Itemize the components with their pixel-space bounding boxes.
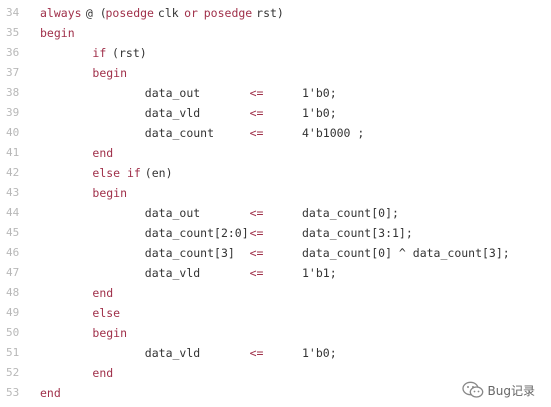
code-line: 47 data_vld <= 1'b1; bbox=[0, 263, 551, 283]
code-keyword: end bbox=[92, 366, 114, 380]
code-keyword: posedge bbox=[105, 6, 154, 20]
code-line: 41 end bbox=[0, 143, 551, 163]
code-line: 35 begin bbox=[0, 23, 551, 43]
code-keyword: begin bbox=[92, 186, 128, 200]
code-token: 1'b0; bbox=[302, 106, 337, 120]
code-token: data_count[3] bbox=[144, 246, 235, 260]
line-number: 37 bbox=[6, 66, 20, 79]
code-keyword: <= bbox=[249, 126, 264, 140]
code-keyword: end bbox=[92, 146, 114, 160]
code-line: 39 data_vld <= 1'b0; bbox=[0, 103, 551, 123]
code-keyword: else if bbox=[92, 166, 141, 180]
code-keyword: always bbox=[40, 6, 82, 20]
code-keyword: <= bbox=[249, 266, 264, 280]
code-line: 40 data_count <= 4'b1000 ; bbox=[0, 123, 551, 143]
code-line: 42 else if (en) bbox=[0, 163, 551, 183]
code-keyword: end bbox=[40, 386, 61, 400]
code-line: 36 if (rst) bbox=[0, 43, 551, 63]
line-number: 38 bbox=[6, 86, 20, 99]
code-line: 38 data_out <= 1'b0; bbox=[0, 83, 551, 103]
code-token: data_vld bbox=[144, 106, 201, 120]
line-number: 40 bbox=[6, 126, 20, 139]
code-token: 1'b0; bbox=[302, 86, 337, 100]
code-token: (rst) bbox=[112, 46, 147, 60]
code-token: data_count bbox=[144, 126, 215, 140]
line-number: 50 bbox=[6, 326, 20, 339]
code-keyword: posedge bbox=[203, 6, 253, 20]
line-number: 46 bbox=[6, 246, 20, 259]
line-number: 53 bbox=[6, 386, 20, 399]
line-number: 34 bbox=[6, 6, 20, 19]
code-keyword: begin bbox=[40, 26, 75, 40]
code-token: clk bbox=[157, 6, 179, 20]
code-keyword: or bbox=[184, 6, 198, 20]
watermark-text: Bug记录 bbox=[487, 383, 535, 398]
code-line: 50 begin bbox=[0, 323, 551, 343]
code-token: (en) bbox=[144, 166, 173, 180]
code-token: 1'b1; bbox=[302, 266, 337, 280]
code-token: data_vld bbox=[144, 266, 201, 280]
code-viewer: 34 always @ (posedge clk or posedge rst) 35 begi… bbox=[0, 0, 551, 407]
code-token: data_count[0] ^ data_count[3]; bbox=[302, 246, 510, 260]
line-number: 48 bbox=[6, 286, 20, 299]
code-line: 48 end bbox=[0, 283, 551, 303]
line-number: 51 bbox=[6, 346, 20, 359]
code-keyword: <= bbox=[249, 346, 264, 360]
line-number: 49 bbox=[6, 306, 20, 319]
code-keyword: <= bbox=[249, 226, 264, 240]
line-number: 41 bbox=[6, 146, 20, 159]
code-line: 44 data_out <= data_count[0]; bbox=[0, 203, 551, 223]
code-keyword: <= bbox=[249, 246, 264, 260]
code-token: 4'b1000 ; bbox=[302, 126, 365, 140]
code-token: data_out bbox=[144, 206, 201, 220]
code-token: data_count[3:1]; bbox=[302, 226, 413, 240]
code-line: 51 data_vld <= 1'b0; bbox=[0, 343, 551, 363]
code-keyword: <= bbox=[249, 206, 264, 220]
watermark: Bug记录 bbox=[461, 381, 535, 399]
code-line: 46 data_count[3] <= data_count[0] ^ data_co… bbox=[0, 243, 551, 263]
code-keyword: if bbox=[92, 46, 107, 60]
code-token: data_count[2:0] bbox=[144, 226, 249, 240]
line-number: 43 bbox=[6, 186, 20, 199]
code-token: data_vld bbox=[144, 346, 201, 360]
line-number: 52 bbox=[6, 366, 20, 379]
line-number: 45 bbox=[6, 226, 20, 239]
line-number: 36 bbox=[6, 46, 20, 59]
code-keyword: begin bbox=[92, 66, 128, 80]
code-line: 52 end bbox=[0, 363, 551, 383]
code-line: 43 begin bbox=[0, 183, 551, 203]
code-line: 34 always @ (posedge clk or posedge rst) bbox=[0, 3, 551, 23]
code-token: @ ( bbox=[85, 6, 107, 20]
code-token: data_out bbox=[144, 86, 201, 100]
line-number: 42 bbox=[6, 166, 20, 179]
code-keyword: else bbox=[92, 306, 121, 320]
line-number: 39 bbox=[6, 106, 20, 119]
code-line: 49 else bbox=[0, 303, 551, 323]
wechat-icon bbox=[461, 381, 484, 399]
code-line: 37 begin bbox=[0, 63, 551, 83]
code-keyword: <= bbox=[249, 86, 264, 100]
code-token: 1'b0; bbox=[302, 346, 337, 360]
line-number: 44 bbox=[6, 206, 20, 219]
line-number: 47 bbox=[6, 266, 20, 279]
code-keyword: <= bbox=[249, 106, 264, 120]
code-keyword: end bbox=[92, 286, 114, 300]
code-token: data_count[0]; bbox=[302, 206, 399, 220]
line-number: 35 bbox=[6, 26, 20, 39]
code-line: 45 data_count[2:0] <= data_count[3:1]; bbox=[0, 223, 551, 243]
code-keyword: begin bbox=[92, 326, 128, 340]
code-token: rst) bbox=[256, 6, 284, 20]
